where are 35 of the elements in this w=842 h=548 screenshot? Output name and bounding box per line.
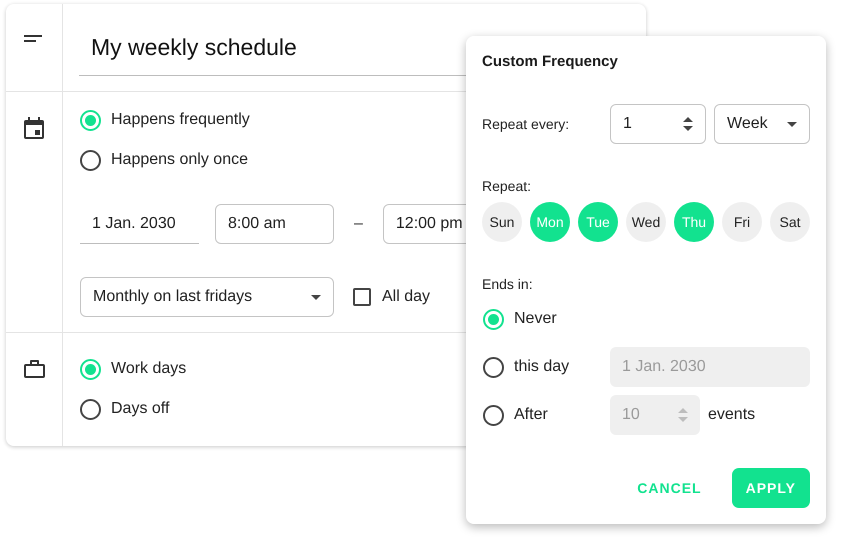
recurrence-select[interactable]: Monthly on last fridays — [80, 277, 334, 317]
ends-in-label: Ends in: — [482, 276, 534, 292]
calendar-icon — [24, 117, 44, 139]
checkbox-label: All day — [382, 288, 430, 306]
date-field[interactable]: 1 Jan. 2030 — [80, 204, 199, 244]
weekday-toggle[interactable]: Fri — [722, 202, 762, 242]
spinner-icon — [683, 117, 693, 131]
caret-icon — [311, 294, 321, 300]
repeat-every-label: Repeat every: — [482, 116, 570, 132]
checkbox[interactable] — [353, 288, 371, 306]
radio-label: Happens only once — [111, 151, 248, 169]
weekday-toggle[interactable]: Sat — [770, 202, 810, 242]
unit-select[interactable]: Week — [714, 104, 810, 144]
start-time-field[interactable]: 8:00 am — [215, 204, 334, 244]
radio-label: After — [514, 406, 548, 424]
interval-field[interactable]: 1 — [610, 104, 706, 144]
radio-label: Days off — [111, 400, 170, 418]
caret-icon — [787, 122, 797, 126]
weekday-toggle[interactable]: Wed — [626, 202, 666, 242]
radio-label: Happens frequently — [111, 111, 250, 129]
time-separator: – — [354, 215, 363, 233]
radio-button[interactable] — [483, 404, 504, 426]
spinner-icon — [678, 408, 688, 422]
radio-label: this day — [514, 358, 570, 376]
short-text-icon — [24, 35, 44, 42]
radio-label: Never — [514, 310, 557, 328]
weekday-toggle[interactable]: Sun — [482, 202, 522, 242]
briefcase-icon — [24, 360, 44, 378]
radio-button[interactable] — [80, 150, 101, 170]
radio-label: Work days — [111, 360, 186, 378]
radio-button[interactable] — [483, 356, 504, 378]
events-label: events — [708, 406, 756, 424]
dialog-title: Custom Frequency — [482, 52, 619, 72]
repeat-label: Repeat: — [482, 178, 532, 194]
radio-button[interactable] — [80, 398, 101, 420]
